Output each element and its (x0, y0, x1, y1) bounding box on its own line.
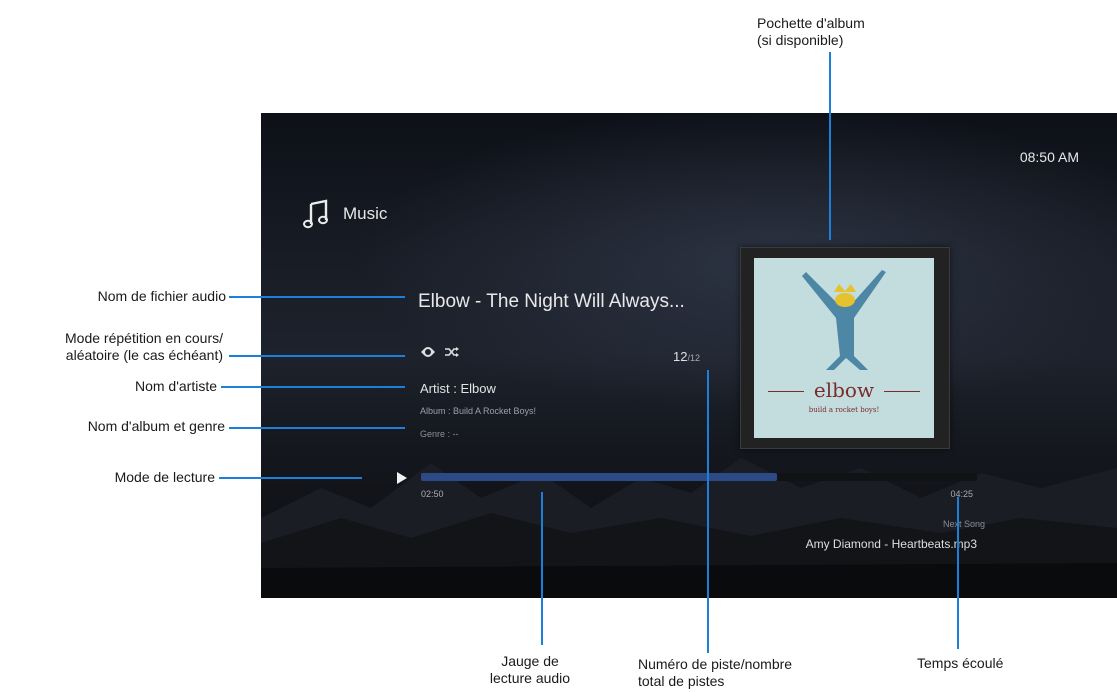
line-album-genre (229, 427, 405, 429)
repeat-icon[interactable] (421, 346, 435, 358)
annotation-progress-gauge: Jauge de lecture audio (489, 653, 571, 686)
line-cover-art (829, 52, 831, 240)
track-total: /12 (687, 353, 700, 363)
progress-fill (421, 473, 777, 481)
song-title: Elbow - The Night Will Always... (418, 291, 685, 312)
total-time: 04:25 (950, 489, 973, 499)
genre: Genre : -- (420, 429, 459, 439)
annotation-elapsed-time: Temps écoulé (917, 655, 1004, 671)
album-cover-frame: elbow build a rocket boys! (740, 247, 950, 449)
cover-album-subtitle: build a rocket boys! (808, 406, 880, 414)
annotation-filename: Nom de fichier audio (97, 288, 226, 304)
line-progress-gauge (541, 492, 543, 645)
progress-bar[interactable] (421, 473, 977, 481)
cover-band-name: elbow (813, 378, 875, 402)
music-note-icon (303, 199, 328, 229)
play-icon[interactable] (397, 472, 407, 484)
album-name: Album : Build A Rocket Boys! (420, 406, 537, 416)
next-song-label: Next Song (942, 519, 985, 529)
mountain-background (261, 458, 1117, 598)
line-repeat-mode (229, 355, 405, 357)
cover-figure-image (802, 270, 886, 370)
artist-name: Artist : Elbow (420, 381, 496, 396)
annotation-repeat-mode: Mode répétition en cours/ aléatoire (le … (65, 330, 223, 363)
shuffle-icon[interactable] (445, 346, 459, 358)
line-elapsed-time (957, 497, 959, 649)
track-current: 12 (673, 349, 688, 364)
line-artist (221, 386, 405, 388)
annotation-cover-art: Pochette d'album (si disponible) (757, 15, 865, 48)
section-title: Music (343, 204, 388, 223)
annotation-album-genre: Nom d'album et genre (87, 418, 225, 434)
track-counter: 12/12 (673, 349, 700, 364)
annotation-artist: Nom d'artiste (134, 378, 217, 394)
annotation-track-number: Numéro de piste/nombre total de pistes (638, 656, 793, 689)
line-filename (229, 296, 405, 298)
clock: 08:50 AM (1019, 149, 1079, 165)
line-play-mode (219, 477, 362, 479)
playback-modes (421, 346, 459, 358)
elapsed-time: 02:50 (421, 489, 444, 499)
album-cover-art: elbow build a rocket boys! (754, 258, 934, 438)
next-song-title: Amy Diamond - Heartbeats.mp3 (805, 537, 977, 551)
line-track-number (707, 370, 709, 653)
section-header: Music (303, 199, 387, 229)
annotation-play-mode: Mode de lecture (114, 469, 215, 485)
